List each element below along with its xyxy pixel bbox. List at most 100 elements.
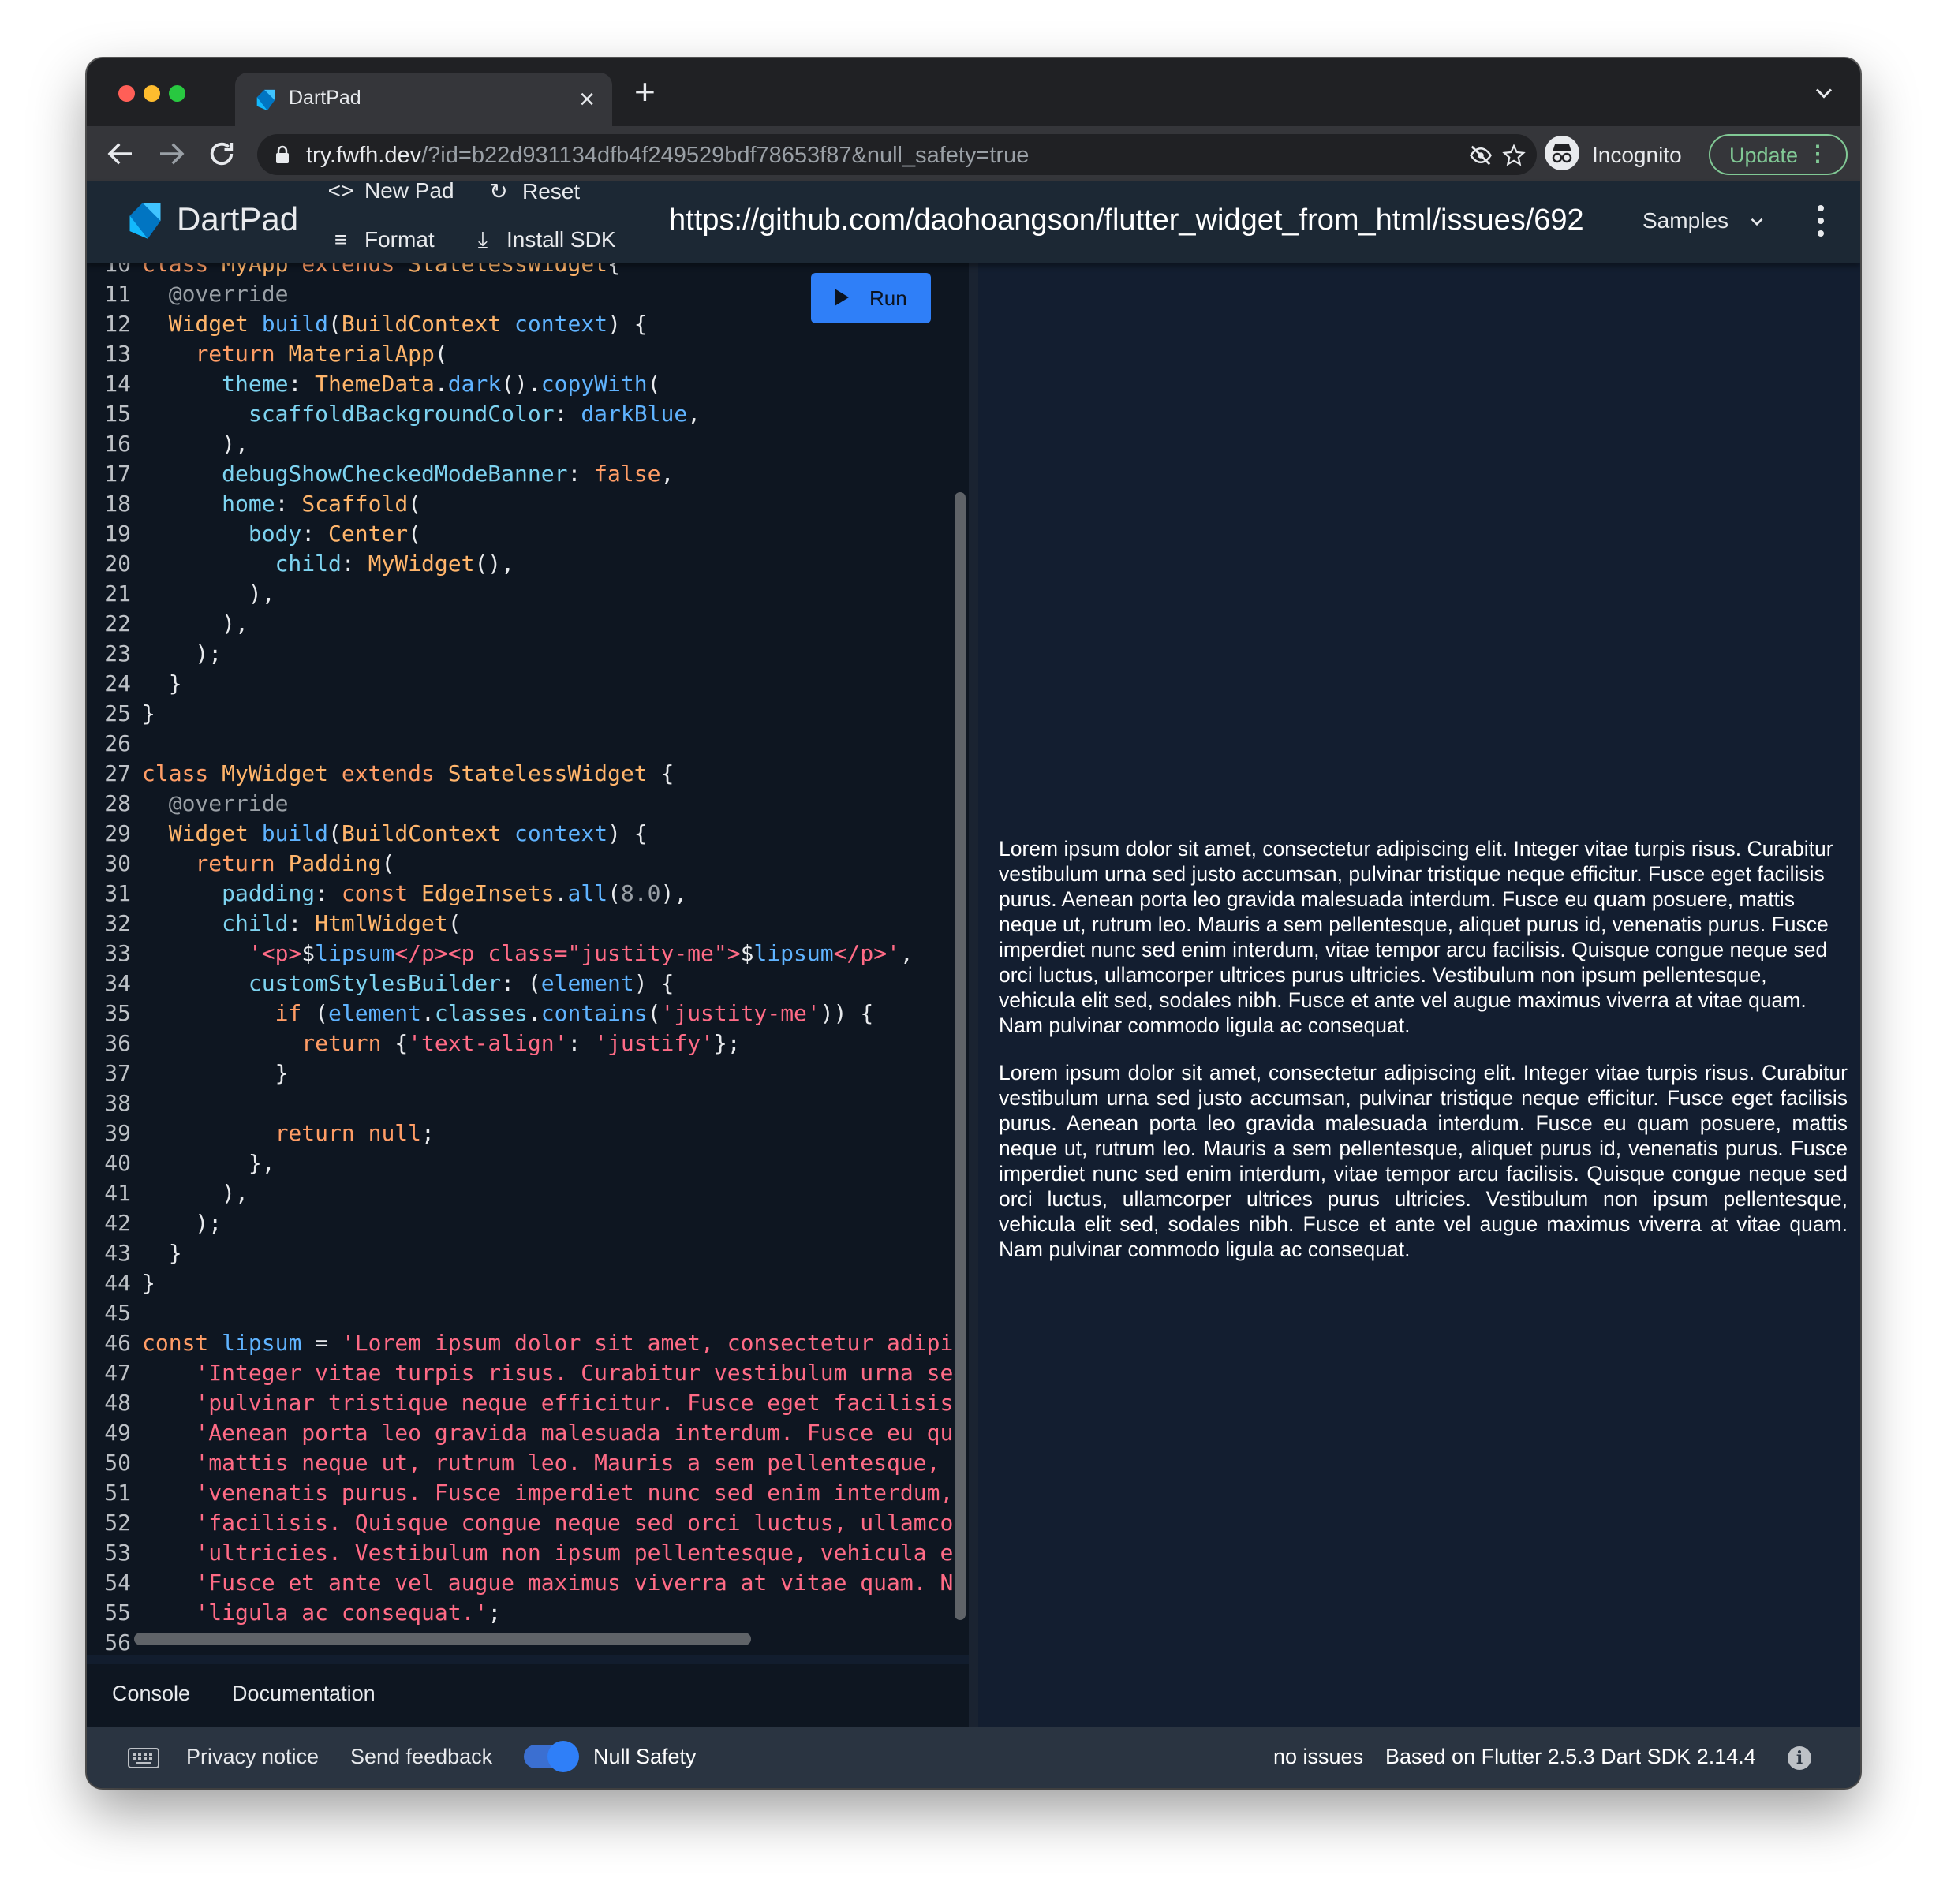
code-line[interactable]: 34 customStylesBuilder: (element) {	[87, 969, 961, 999]
code-line[interactable]: 51 'venenatis purus. Fusce imperdiet nun…	[87, 1478, 961, 1508]
eye-off-icon[interactable]	[1469, 144, 1493, 167]
code-token: {	[607, 263, 621, 277]
code-line[interactable]: 55 'ligula ac consequat.';	[87, 1598, 961, 1628]
code-line[interactable]: 43 }	[87, 1238, 961, 1268]
code-line[interactable]: 15 scaffoldBackgroundColor: darkBlue,	[87, 399, 961, 429]
chevron-down-icon[interactable]	[1747, 211, 1767, 232]
editor-horizontal-scrollbar[interactable]	[134, 1633, 751, 1645]
code-line[interactable]: 54 'Fusce et ante vel augue maximus vive…	[87, 1568, 966, 1598]
address-bar[interactable]: try.fwfh.dev/?id=b22d931134dfb4f249529bd…	[257, 134, 1537, 175]
code-line[interactable]: 48 'pulvinar tristique neque efficitur. …	[87, 1388, 961, 1418]
run-button[interactable]: Run	[811, 273, 931, 323]
code-line[interactable]: 32 child: HtmlWidget(	[87, 909, 961, 939]
reset-button[interactable]: ↻ Reset	[484, 178, 580, 204]
code-line[interactable]: 31 padding: const EdgeInsets.all(8.0),	[87, 879, 961, 909]
code-line[interactable]: 52 'facilisis. Quisque congue neque sed …	[87, 1508, 966, 1538]
code-line[interactable]: 46 const lipsum = 'Lorem ipsum dolor sit …	[87, 1328, 966, 1358]
code-token: lipsum	[315, 940, 395, 966]
code-line[interactable]: 21 ),	[87, 579, 961, 609]
new-tab-button[interactable]: +	[634, 69, 656, 114]
line-number: 12	[104, 311, 131, 337]
code-line[interactable]: 33 '<p>$lipsum</p><p class="justity-me">…	[87, 939, 961, 969]
zoom-window-button[interactable]	[169, 85, 185, 102]
code-line[interactable]: 53 'ultricies. Vestibulum non ipsum pell…	[87, 1538, 966, 1568]
close-tab-icon[interactable]: ×	[579, 80, 595, 118]
back-icon[interactable]	[104, 137, 137, 170]
code-line[interactable]: 13 return MaterialApp(	[87, 339, 961, 369]
code-line[interactable]: 35 if (element.classes.contains('justity…	[87, 999, 961, 1029]
star-icon[interactable]	[1502, 144, 1526, 167]
line-number: 48	[104, 1390, 131, 1416]
code-line[interactable]: 47 'Integer vitae turpis risus. Curabitu…	[87, 1358, 966, 1388]
null-safety-toggle[interactable]	[524, 1741, 579, 1772]
code-editor[interactable]: 10 class MyApp extends StatelessWidget{11…	[87, 263, 969, 1655]
tab-dartpad[interactable]: DartPad ×	[235, 73, 612, 126]
code-line[interactable]: 27 class MyWidget extends StatelessWidget…	[87, 759, 961, 789]
code-token: @override	[142, 281, 289, 307]
tab-search-chevron-icon[interactable]	[1810, 79, 1838, 107]
code-lines[interactable]: 10 class MyApp extends StatelessWidget{11…	[87, 263, 966, 1655]
lock-icon[interactable]	[275, 145, 290, 164]
code-line[interactable]: 38	[87, 1088, 961, 1118]
code-line[interactable]: 36 return {'text-align': 'justify'};	[87, 1029, 961, 1058]
code-line[interactable]: 19 body: Center(	[87, 519, 961, 549]
update-button[interactable]: Update ⋮	[1709, 134, 1848, 175]
code-token: $	[301, 940, 316, 966]
url-text[interactable]: try.fwfh.dev/?id=b22d931134dfb4f249529bd…	[306, 143, 1029, 169]
split-divider[interactable]	[969, 263, 978, 1730]
info-icon[interactable]: i	[1788, 1746, 1811, 1770]
new-pad-button[interactable]: <> New Pad	[327, 178, 454, 203]
code-line[interactable]: 14 theme: ThemeData.dark().copyWith(	[87, 369, 961, 399]
minimize-window-button[interactable]	[144, 85, 160, 102]
code-line[interactable]: 50 'mattis neque ut, rutrum leo. Mauris …	[87, 1448, 966, 1478]
code-line[interactable]: 26	[87, 729, 961, 759]
code-line[interactable]: 29 Widget build(BuildContext context) {	[87, 819, 961, 849]
toggle-knob	[547, 1741, 579, 1772]
code-line[interactable]: 30 return Padding(	[87, 849, 961, 879]
code-line[interactable]: 22 ),	[87, 609, 961, 639]
more-vert-icon[interactable]: ⋮	[1807, 142, 1829, 166]
code-token: (	[607, 880, 621, 906]
line-number: 46	[104, 1330, 131, 1356]
privacy-notice-link[interactable]: Privacy notice	[186, 1745, 319, 1769]
code-line[interactable]: 23 );	[87, 639, 961, 669]
format-button[interactable]: ≡ Format	[327, 227, 435, 252]
tab-console[interactable]: Console	[112, 1682, 190, 1706]
code-line[interactable]: 18 home: Scaffold(	[87, 489, 961, 519]
reload-icon[interactable]	[205, 137, 238, 170]
code-line[interactable]: 41 ),	[87, 1178, 961, 1208]
code-line[interactable]: 45	[87, 1298, 961, 1328]
issues-status[interactable]: no issues	[1273, 1745, 1363, 1769]
console-tabs: Console Documentation	[87, 1664, 969, 1727]
code-line[interactable]: 24 }	[87, 669, 961, 699]
editor-vertical-scrollbar[interactable]	[955, 492, 966, 1620]
line-number: 17	[104, 461, 131, 487]
code-line[interactable]: 28 @override	[87, 789, 961, 819]
code-line[interactable]: 49 'Aenean porta leo gravida malesuada i…	[87, 1418, 966, 1448]
line-number: 18	[104, 491, 131, 517]
close-window-button[interactable]	[118, 85, 135, 102]
code-line[interactable]: 39 return null;	[87, 1118, 961, 1148]
code-token: 8.0	[620, 880, 661, 906]
more-vert-icon[interactable]	[1814, 202, 1827, 240]
samples-dropdown[interactable]: Samples	[1642, 208, 1728, 233]
install-sdk-button[interactable]: ⤓ Install SDK	[469, 227, 616, 253]
code-line[interactable]: 42 );	[87, 1208, 961, 1238]
keyboard-icon[interactable]	[128, 1748, 159, 1768]
app-title: DartPad	[177, 200, 299, 237]
code-line[interactable]: 25}	[87, 699, 961, 729]
tab-documentation[interactable]: Documentation	[232, 1682, 376, 1706]
gist-title[interactable]: https://github.com/daohoangson/flutter_w…	[669, 203, 1584, 237]
code-token: lipsum	[753, 940, 834, 966]
code-line[interactable]: 44}	[87, 1268, 961, 1298]
code-line[interactable]: 20 child: MyWidget(),	[87, 549, 961, 579]
forward-icon[interactable]	[155, 137, 188, 170]
code-line[interactable]: 40 },	[87, 1148, 961, 1178]
code-line[interactable]: 37 }	[87, 1058, 961, 1088]
send-feedback-link[interactable]: Send feedback	[350, 1745, 492, 1769]
code-line[interactable]: 16 ),	[87, 429, 961, 459]
code-line[interactable]: 17 debugShowCheckedModeBanner: false,	[87, 459, 961, 489]
